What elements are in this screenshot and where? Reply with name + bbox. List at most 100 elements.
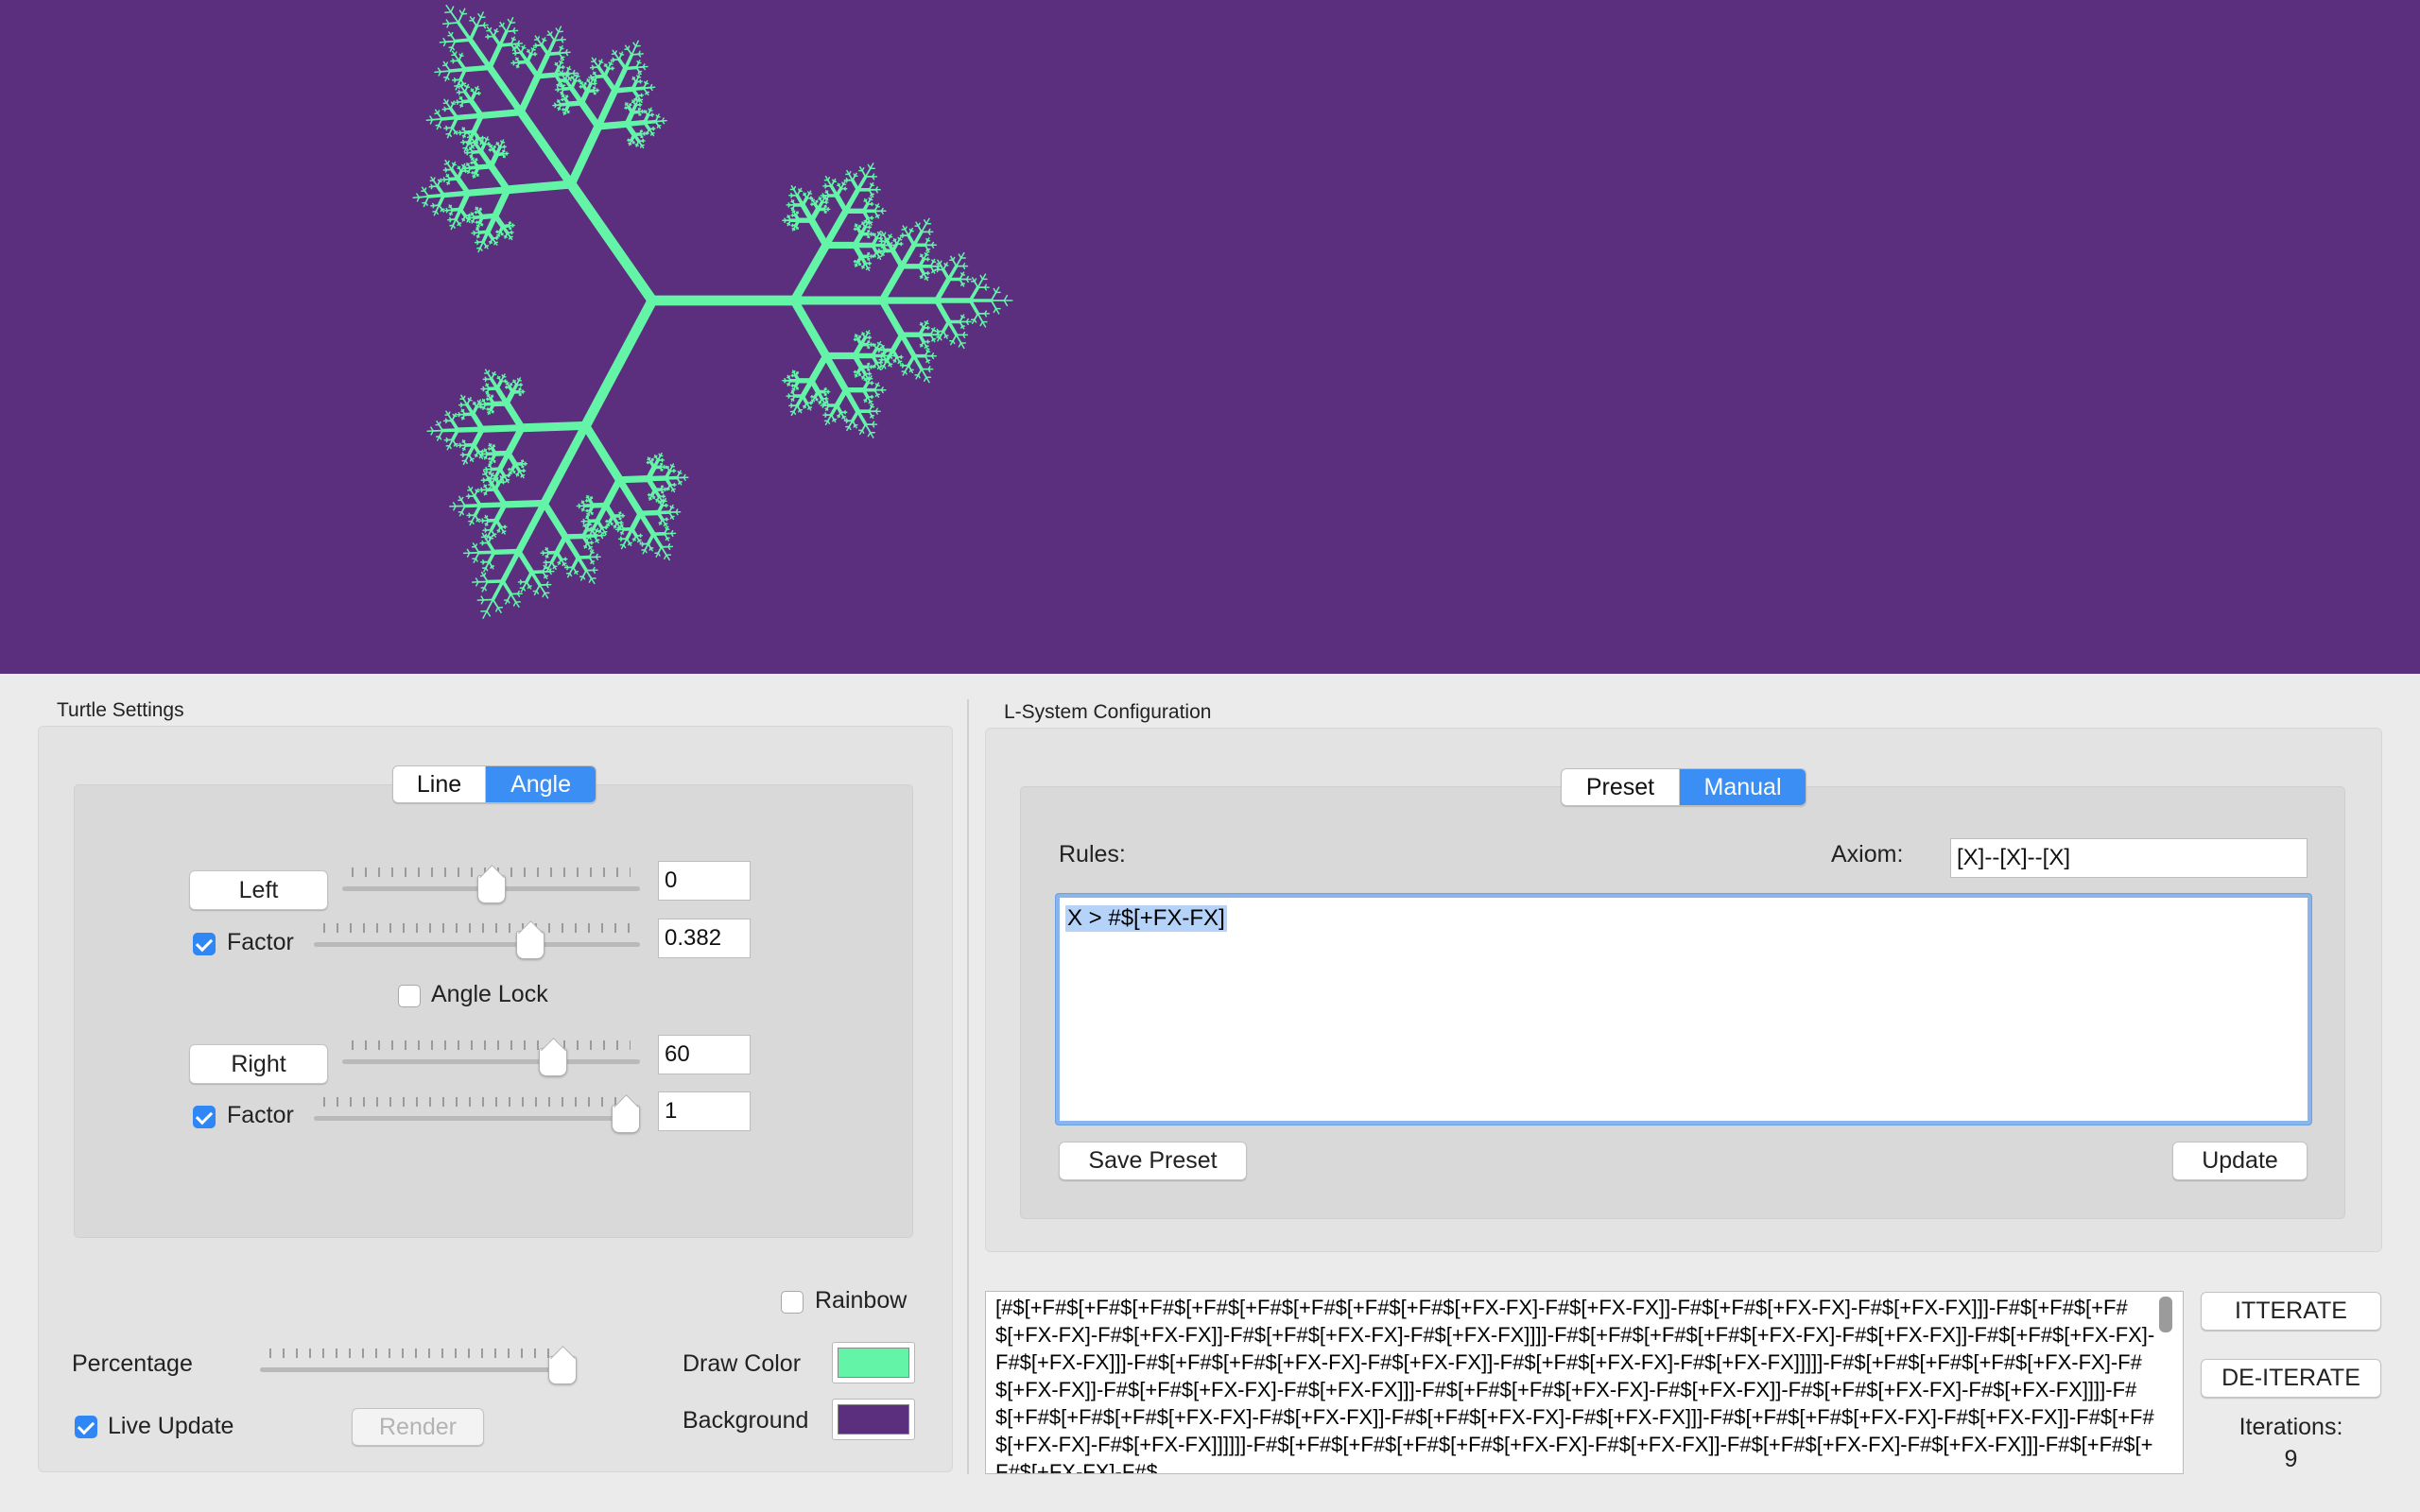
fractal-segment — [450, 212, 453, 215]
fractal-segment — [447, 21, 459, 25]
draw-color-well[interactable] — [832, 1342, 915, 1383]
fractal-segment — [845, 179, 849, 183]
deiterate-button[interactable]: DE-ITERATE — [2201, 1359, 2381, 1398]
fractal-segment — [587, 512, 591, 516]
fractal-segment — [952, 339, 956, 345]
fractal-segment — [473, 232, 476, 236]
output-scrollbar[interactable] — [2159, 1297, 2172, 1332]
rainbow-checkbox[interactable] — [781, 1291, 804, 1314]
tab-line[interactable]: Line — [393, 766, 485, 802]
right-angle-slider[interactable] — [342, 1040, 640, 1078]
fractal-segment — [834, 387, 849, 408]
fractal-segment — [824, 185, 827, 189]
fractal-segment — [497, 607, 502, 613]
fractal-segment — [535, 590, 540, 594]
fractal-segment — [472, 442, 480, 454]
fractal-segment — [853, 173, 856, 177]
tab-angle[interactable]: Angle — [485, 766, 596, 802]
fractal-segment — [641, 138, 645, 142]
tab-preset[interactable]: Preset — [1562, 769, 1679, 805]
fractal-segment — [960, 272, 963, 276]
fractal-segment — [475, 163, 494, 170]
left-angle-slider[interactable] — [342, 868, 640, 905]
fractal-segment — [476, 241, 479, 246]
fractal-segment — [535, 44, 538, 49]
fractal-segment — [562, 533, 586, 540]
background-color-well[interactable] — [832, 1399, 915, 1440]
fractal-segment — [488, 560, 493, 567]
fractal-segment — [441, 428, 460, 433]
fractal-segment — [472, 172, 475, 175]
fractal-segment — [955, 334, 962, 344]
right-factor-checkbox[interactable] — [193, 1106, 216, 1128]
right-factor-slider-knob[interactable] — [612, 1105, 640, 1133]
fractal-segment — [547, 567, 551, 572]
iterate-button[interactable]: ITTERATE — [2201, 1292, 2381, 1331]
right-angle-field[interactable]: 60 — [658, 1035, 751, 1074]
fractal-segment — [795, 211, 798, 215]
rules-textarea[interactable]: X > #$[+FX-FX] — [1056, 894, 2311, 1125]
fractal-segment — [474, 545, 480, 554]
right-factor-field[interactable]: 1 — [658, 1091, 751, 1131]
tab-manual[interactable]: Manual — [1679, 769, 1806, 805]
fractal-segment — [939, 336, 942, 341]
fractal-segment — [890, 248, 905, 269]
fractal-segment — [468, 141, 476, 145]
fractal-segment — [444, 169, 448, 173]
panel-divider — [967, 699, 969, 1474]
fractal-segment — [870, 394, 873, 398]
left-factor-checkbox[interactable] — [193, 933, 216, 955]
fractal-segment — [865, 220, 869, 224]
left-angle-slider-knob[interactable] — [476, 875, 506, 903]
fractal-segment — [899, 332, 917, 359]
fractal-segment — [501, 374, 505, 378]
fractal-segment — [593, 81, 596, 85]
fractal-segment — [941, 267, 951, 282]
live-update-checkbox[interactable] — [75, 1416, 97, 1438]
fractal-segment — [467, 397, 471, 402]
fractal-segment — [445, 209, 449, 214]
fractal-segment — [486, 390, 490, 394]
left-factor-field[interactable]: 0.382 — [658, 919, 751, 958]
fractal-segment — [657, 552, 661, 557]
left-button[interactable]: Left — [189, 870, 328, 910]
percentage-slider[interactable] — [260, 1349, 577, 1386]
save-preset-button[interactable]: Save Preset — [1059, 1142, 1247, 1180]
fractal-segment — [870, 232, 873, 235]
output-string-view[interactable]: [#$[+F#$[+F#$[+F#$[+F#$[+F#$[+F#$[+F#$[+… — [985, 1291, 2184, 1474]
fractal-segment — [483, 587, 487, 592]
fractal-segment — [562, 109, 565, 112]
fractal-segment — [445, 127, 448, 131]
fractal-segment — [563, 112, 567, 115]
fractal-segment — [584, 545, 588, 549]
right-angle-slider-knob[interactable] — [539, 1048, 568, 1076]
fractal-segment — [594, 60, 599, 68]
fractal-segment — [484, 529, 488, 533]
fractal-segment — [897, 236, 901, 241]
fractal-segment — [925, 217, 930, 225]
fractal-segment — [838, 414, 841, 418]
axiom-field[interactable]: [X]--[X]--[X] — [1950, 838, 2308, 878]
right-button[interactable]: Right — [189, 1044, 328, 1084]
fractal-segment — [553, 30, 560, 42]
left-angle-field[interactable]: 0 — [658, 861, 751, 901]
fractal-segment — [501, 499, 548, 508]
fractal-segment — [585, 529, 589, 534]
fractal-segment — [592, 66, 595, 71]
fractal-segment — [621, 513, 624, 517]
angle-lock-checkbox[interactable] — [398, 985, 421, 1007]
fractal-segment — [481, 135, 484, 139]
left-factor-slider-knob[interactable] — [516, 931, 545, 959]
right-factor-slider[interactable] — [314, 1097, 640, 1135]
fractal-segment — [475, 211, 477, 215]
fractal-segment — [843, 187, 861, 215]
fractal-segment — [856, 264, 858, 267]
fractal-segment — [812, 399, 816, 403]
left-factor-slider[interactable] — [314, 923, 640, 961]
fractal-segment — [518, 387, 521, 390]
fractal-segment — [588, 504, 596, 513]
render-button[interactable]: Render — [352, 1408, 484, 1446]
fractal-segment — [537, 38, 543, 46]
update-button[interactable]: Update — [2172, 1142, 2308, 1180]
percentage-slider-knob[interactable] — [548, 1356, 577, 1384]
